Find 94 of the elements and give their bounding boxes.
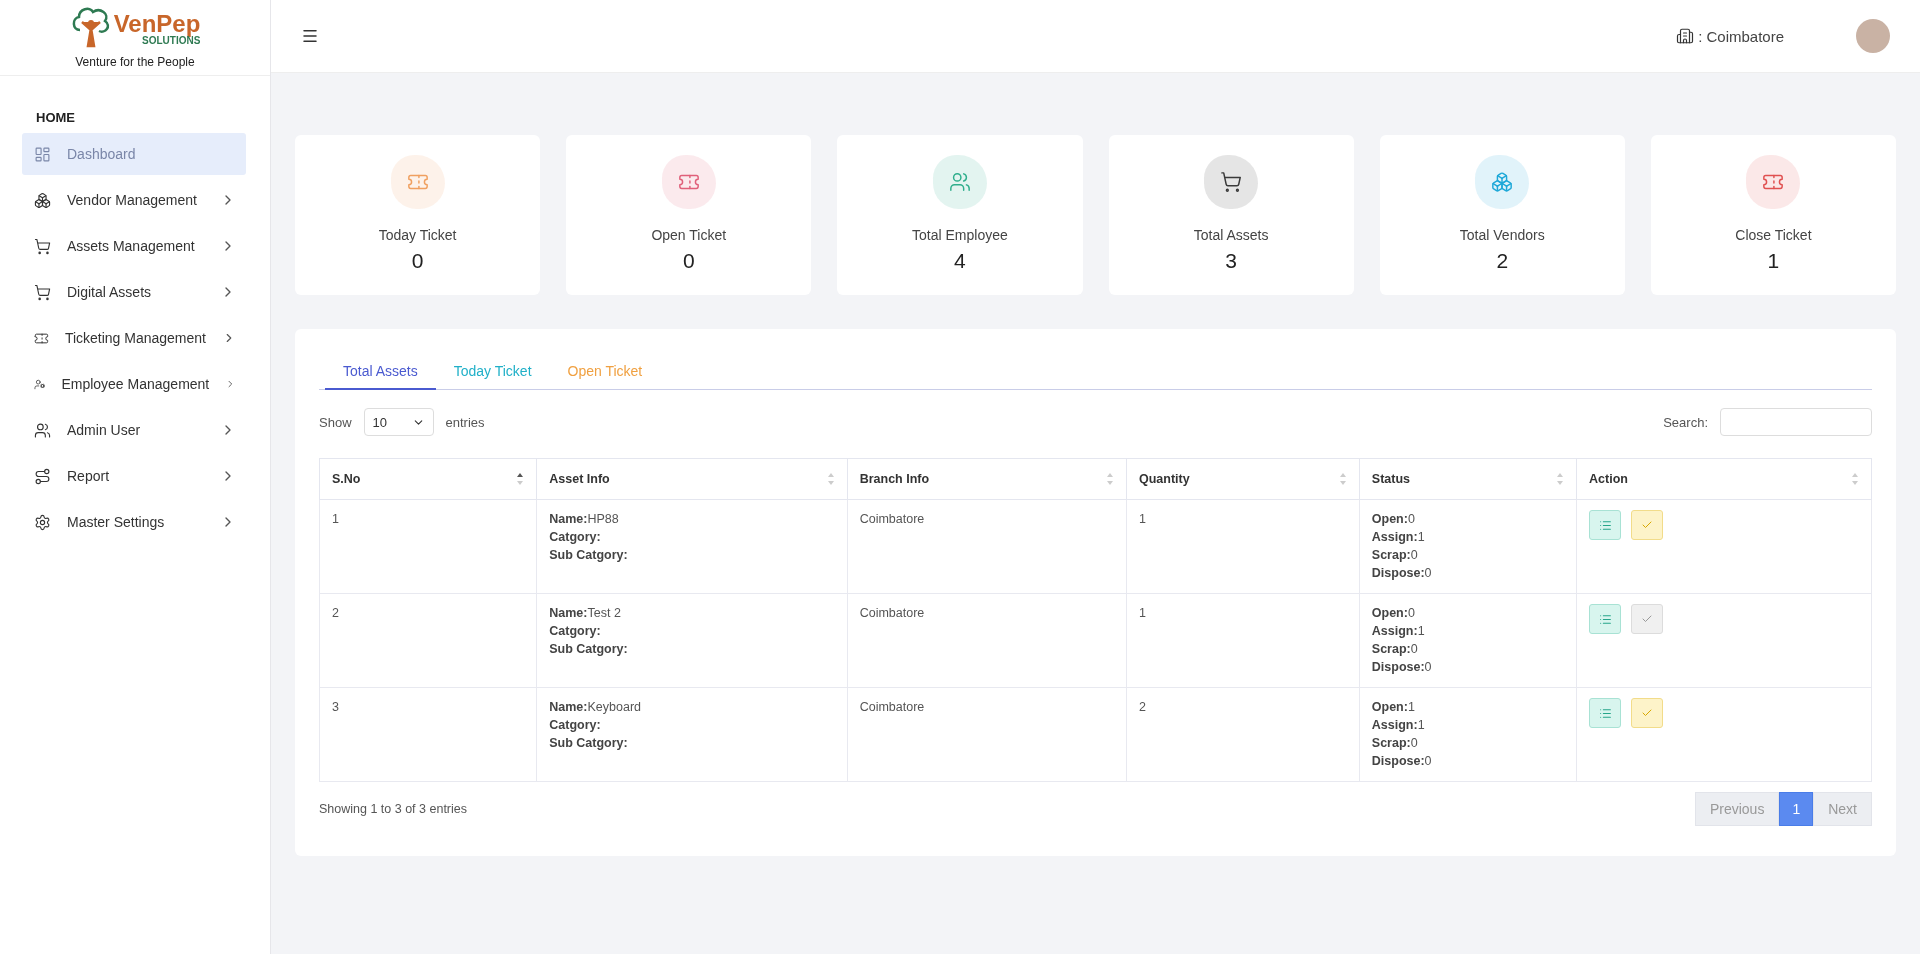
asset-info-line: Name:Test 2	[549, 605, 622, 622]
route-icon	[34, 467, 51, 485]
cart-icon	[1220, 171, 1243, 193]
sort-icon[interactable]	[516, 472, 525, 486]
users-icon	[34, 421, 51, 439]
avatar[interactable]	[1856, 19, 1890, 53]
approve-button[interactable]	[1631, 604, 1664, 634]
column-header[interactable]: Status	[1371, 472, 1410, 486]
table-cell-text: 2	[332, 605, 340, 622]
sidebar-item[interactable]: Master Settings	[22, 501, 246, 543]
asset-info-line: Catgory:	[549, 623, 602, 640]
asset-info-line: Sub Catgory:	[549, 641, 629, 658]
list-icon	[1598, 706, 1612, 720]
approve-button[interactable]	[1631, 510, 1664, 540]
list-icon	[1598, 518, 1612, 532]
stat-label: Total Assets	[1193, 227, 1269, 243]
stat-value: 3	[1225, 249, 1237, 273]
approve-button[interactable]	[1631, 698, 1664, 728]
sidebar-item[interactable]: Ticketing Management	[22, 317, 246, 359]
asset-info-line: Catgory:	[549, 717, 602, 734]
cart-icon	[34, 283, 51, 301]
list-icon	[1598, 612, 1612, 626]
stat-value: 0	[411, 249, 424, 273]
stat-label: Total Vendors	[1459, 227, 1545, 243]
status-line: Assign:1	[1371, 623, 1426, 640]
logo-subtitle: SOLUTIONS	[142, 36, 201, 46]
check-icon	[1641, 613, 1654, 625]
building-icon	[1676, 27, 1695, 45]
search-field[interactable]	[1720, 408, 1872, 436]
table-info: Showing 1 to 3 of 3 entries	[319, 802, 467, 816]
stat-label: Total Employee	[912, 227, 1008, 243]
view-list-button[interactable]	[1589, 510, 1622, 540]
sidebar-section-title: HOME	[35, 109, 76, 127]
settings-icon	[34, 513, 51, 531]
column-header[interactable]: S.No	[332, 472, 361, 486]
logo-tagline: Venture for the People	[75, 55, 195, 69]
stat-value: 2	[1496, 249, 1509, 273]
column-header[interactable]: Action	[1589, 472, 1628, 486]
status-line: Assign:1	[1371, 717, 1426, 734]
status-line: Scrap:0	[1371, 735, 1419, 752]
check-icon	[1641, 707, 1654, 719]
logo-name: VenPep	[113, 12, 201, 36]
menu-icon[interactable]	[301, 27, 319, 45]
page-size-select[interactable]: 10	[363, 408, 434, 436]
status-line: Open:0	[1371, 605, 1416, 622]
table-cell-text: Coimbatore	[859, 605, 926, 622]
table-cell-text: 1	[1139, 511, 1147, 528]
entries-label: entries	[445, 414, 485, 430]
boxes-icon	[34, 191, 51, 209]
stat-value: 0	[682, 249, 695, 273]
asset-info-line: Sub Catgory:	[549, 547, 629, 564]
asset-info-line: Name:HP88	[549, 511, 620, 528]
sidebar-item[interactable]: Digital Assets	[22, 271, 246, 313]
sidebar-item[interactable]: Admin User	[22, 409, 246, 451]
boxes-icon	[1491, 171, 1514, 193]
stat-label: Close Ticket	[1735, 227, 1812, 243]
status-line: Open:0	[1371, 511, 1416, 528]
column-header[interactable]: Asset Info	[549, 472, 610, 486]
table-cell-text: 3	[332, 699, 340, 716]
column-header[interactable]: Quantity	[1139, 472, 1190, 486]
check-icon	[1641, 519, 1654, 531]
show-label: Show	[319, 414, 352, 430]
status-line: Scrap:0	[1371, 547, 1419, 564]
sidebar-item[interactable]: Assets Management	[22, 225, 246, 267]
asset-info-line: Catgory:	[549, 529, 602, 546]
branch-name: : Coimbatore	[1698, 27, 1784, 45]
asset-info-line: Sub Catgory:	[549, 735, 629, 752]
stat-label: Today Ticket	[378, 227, 457, 243]
status-line: Dispose:0	[1371, 753, 1433, 770]
table-cell-text: Coimbatore	[859, 699, 926, 716]
view-list-button[interactable]	[1589, 604, 1622, 634]
table-cell-text: Coimbatore	[859, 511, 926, 528]
status-line: Open:1	[1371, 699, 1416, 716]
column-header[interactable]: Branch Info	[859, 472, 930, 486]
table-cell-text: 1	[332, 511, 340, 528]
cart-icon	[34, 237, 51, 255]
status-line: Assign:1	[1371, 529, 1426, 546]
view-list-button[interactable]	[1589, 698, 1622, 728]
stat-value: 1	[1767, 249, 1780, 273]
table-cell-text: 2	[1139, 699, 1147, 716]
sidebar-item[interactable]: Vendor Management	[22, 179, 246, 221]
table-cell-text: 1	[1139, 605, 1147, 622]
status-line: Scrap:0	[1371, 641, 1419, 658]
sidebar-item[interactable]: Report	[22, 455, 246, 497]
users-icon	[948, 171, 971, 193]
status-line: Dispose:0	[1371, 659, 1433, 676]
search-label: Search:	[1663, 414, 1708, 430]
stat-value: 4	[954, 249, 966, 273]
sidebar-item[interactable]: Employee Management	[22, 363, 246, 405]
stat-label: Open Ticket	[651, 227, 727, 243]
dashboard-icon	[34, 145, 51, 163]
tab[interactable]: Total Assets	[325, 353, 436, 390]
status-line: Dispose:0	[1371, 565, 1433, 582]
asset-info-line: Name:Keyboard	[549, 699, 642, 716]
